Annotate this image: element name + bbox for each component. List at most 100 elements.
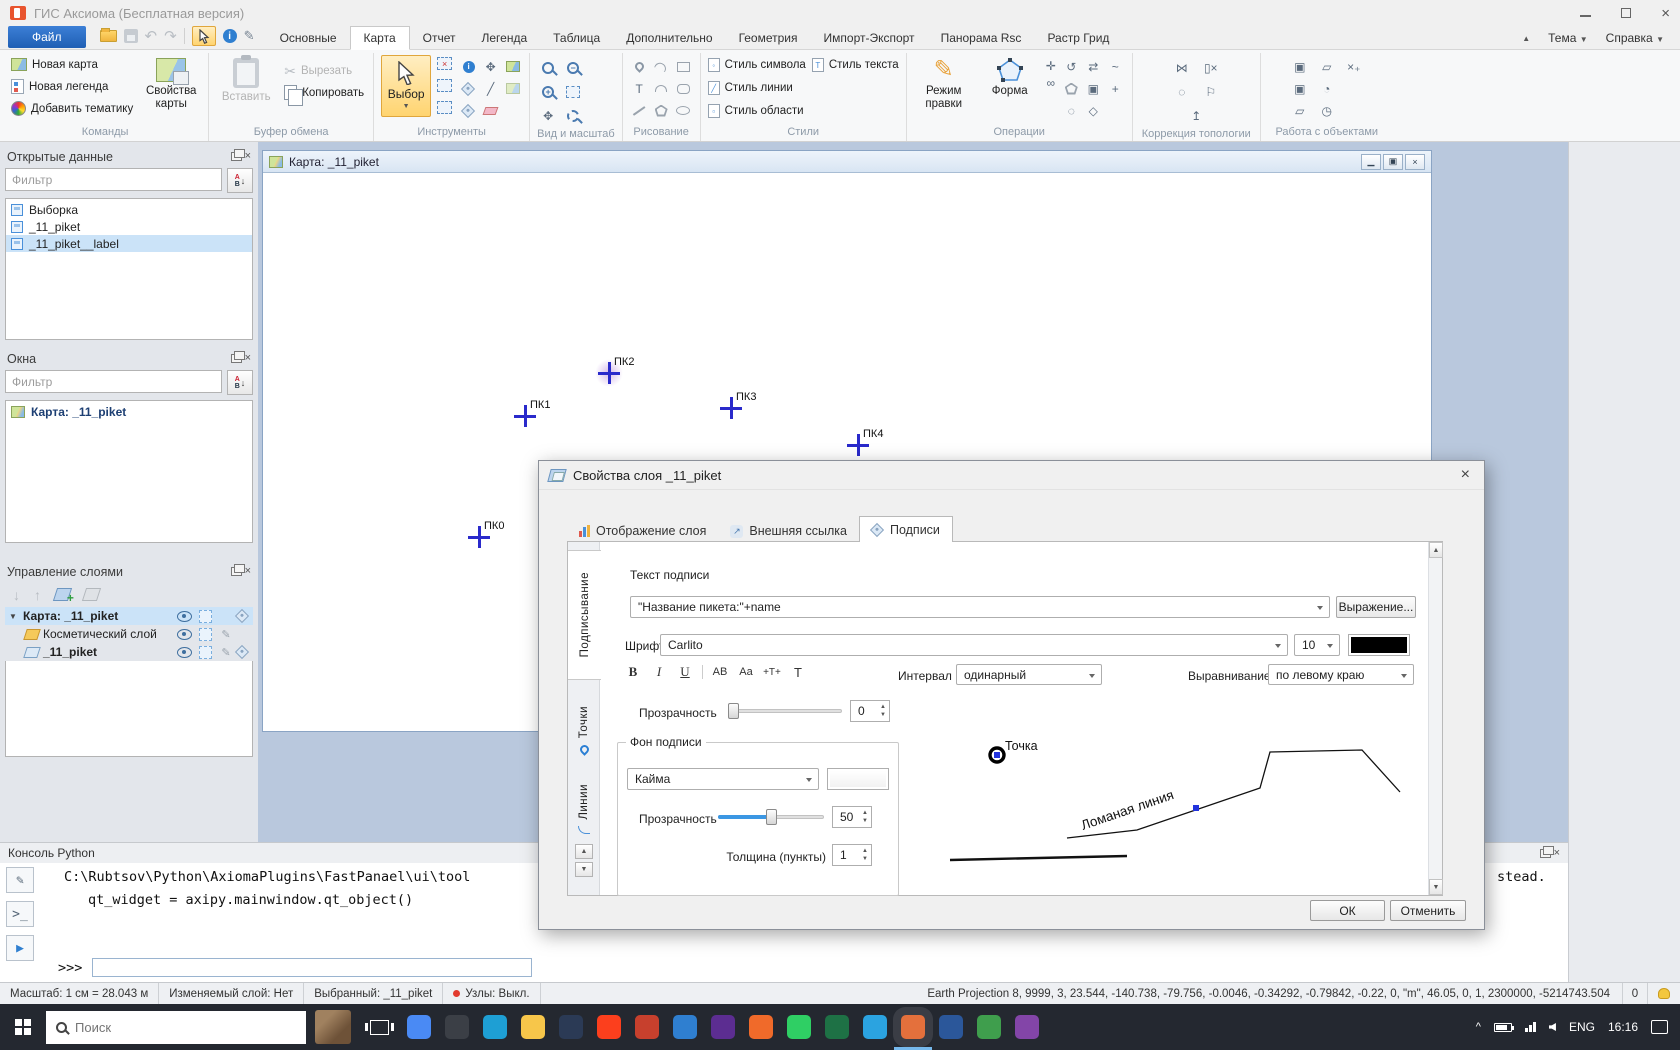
tree-row-map[interactable]: ▼ Карта: _11_piket [5,607,253,625]
object-addpoint-icon[interactable]: ×₊ [1342,57,1366,76]
save-icon[interactable] [124,29,138,43]
zoom-selection-icon[interactable] [562,105,584,126]
opacity-spinbox[interactable]: 0▲▼ [850,700,890,722]
rect-select-icon[interactable] [437,79,452,92]
tab-tablica[interactable]: Таблица [540,27,613,49]
add-node-icon[interactable]: ✛ [1046,59,1056,73]
close-panel-icon[interactable]: × [1554,848,1560,859]
close-panel-icon[interactable]: × [245,566,251,577]
taskbar-app-browser-yandex[interactable] [597,1015,621,1039]
taskbar-app-app-red[interactable] [635,1015,659,1039]
taskbar-app-app-dark[interactable] [445,1015,469,1039]
windows-filter-input[interactable] [5,370,222,393]
cancel-button[interactable]: Отменить [1390,900,1466,921]
taskbar-app-app-navy[interactable] [559,1015,583,1039]
close-panel-icon[interactable]: × [245,151,251,162]
taskbar-app-file-explorer[interactable] [521,1015,545,1039]
list-item-11-piket-label[interactable]: _11_piket__label [6,235,252,252]
float-panel-icon[interactable] [231,354,242,363]
console-input[interactable] [92,958,532,977]
editable-checkbox[interactable] [199,646,212,659]
shape-button[interactable]: Форма [980,55,1040,98]
close-icon[interactable]: × [1661,6,1670,21]
case-button[interactable]: Aa [737,666,755,678]
dialog-scrollbar[interactable]: ▲ ▼ [1428,542,1442,895]
help-menu[interactable]: Справка ▼ [1606,31,1664,45]
console-terminal-icon[interactable]: >_ [6,901,34,927]
side-tab-lines[interactable]: Линии [568,778,600,840]
merge-icon[interactable]: ◌ [1062,101,1081,120]
tab-karta[interactable]: Карта [350,26,410,50]
spacing-button[interactable]: +T+ [763,667,781,678]
dialog-titlebar[interactable]: Свойства слоя _11_piket × [539,461,1484,490]
topology-align-icon[interactable]: ↥ [1169,105,1224,126]
cut-button[interactable]: ✂Вырезать [282,61,366,80]
network-icon[interactable] [1525,1022,1536,1032]
tab-import-export[interactable]: Импорт-Экспорт [811,27,928,49]
zoom-out-icon[interactable]: − [562,57,584,78]
map-restore-icon[interactable]: ▣ [1383,154,1403,170]
edit-mode-button[interactable]: ✎ Режим правки [914,55,974,111]
redo-icon[interactable]: ↷ [164,29,177,44]
taskbar-app-app-purple[interactable] [1015,1015,1039,1039]
ok-button[interactable]: ОК [1310,900,1385,921]
border-color-swatch[interactable] [827,768,889,790]
ruler-icon[interactable]: ╱ [481,79,500,98]
zoom-in-icon[interactable]: + [537,81,559,102]
action-center-icon[interactable] [1651,1020,1668,1034]
link-nodes-icon[interactable]: ∞ [1046,76,1056,90]
scroll-down-icon[interactable]: ▼ [1429,879,1443,895]
object-copy2-icon[interactable]: ▣ [1288,79,1312,98]
pinned-image-thumbnail[interactable] [315,1010,351,1044]
start-button[interactable] [0,1004,46,1050]
draw-rect-icon[interactable] [674,57,693,76]
tab-labels[interactable]: Подписи [859,516,953,542]
border-combo[interactable]: Кайма [627,768,819,790]
tab-geometriya[interactable]: Геометрия [726,27,811,49]
editable-checkbox[interactable] [199,610,212,623]
labels-tag-icon[interactable] [235,609,249,623]
area-style-button[interactable]: ▫Стиль области [708,101,806,121]
select-tool-icon[interactable] [192,26,216,46]
map-properties-button[interactable]: Свойства карты [141,55,201,111]
label-expression-combo[interactable]: "Название пикета:"+name [630,596,1330,618]
open-icon[interactable] [100,30,117,42]
draw-text-icon[interactable]: T [630,79,649,98]
sort-az-button[interactable]: АВ↓ [227,370,253,395]
poly-edit-icon[interactable] [1062,79,1081,98]
list-item-map-window[interactable]: Карта: _11_piket [6,403,252,420]
deselect-all-icon[interactable]: × [437,57,452,70]
poly-select-icon[interactable] [437,101,452,114]
label-delete-icon[interactable] [459,101,478,120]
topology-nodes-icon[interactable]: ◌ [1169,81,1195,102]
copy-button[interactable]: Копировать [282,83,366,102]
map-minimize-icon[interactable]: ▁ [1361,154,1381,170]
editable-checkbox[interactable] [199,628,212,641]
sort-az-button[interactable]: АВ↓ [227,168,253,193]
info-tool-icon[interactable]: i [223,29,237,43]
object-split2-icon[interactable]: ▱ [1288,101,1312,120]
layer-down-icon[interactable]: ↓ [13,588,20,602]
taskbar-app-browser-chrome[interactable] [407,1015,431,1039]
expression-button[interactable]: Выражение... [1336,596,1416,618]
task-view-icon[interactable] [370,1020,389,1035]
tab-dopolnitelno[interactable]: Дополнительно [613,27,725,49]
rotate-icon[interactable]: ↺ [1062,57,1081,76]
open-data-filter-input[interactable] [5,168,222,191]
line-style-button[interactable]: ╱Стиль линии [708,78,806,98]
move-icon[interactable]: + [1106,79,1125,98]
tab-legenda[interactable]: Легенда [468,27,540,49]
visibility-eye-icon[interactable] [177,611,192,622]
dialog-close-icon[interactable]: × [1457,467,1474,483]
edit-pencil-icon[interactable]: ✎ [219,628,233,641]
visibility-eye-icon[interactable] [177,629,192,640]
interval-combo[interactable]: одинарный [956,664,1102,685]
font-color-swatch[interactable] [1348,634,1410,656]
draw-point-icon[interactable] [630,57,649,76]
draw-polygon-icon[interactable] [652,101,671,120]
taskbar-app-excel[interactable] [825,1015,849,1039]
tab-osnovnye[interactable]: Основные [267,27,350,49]
zoom-doc-icon[interactable] [537,57,559,78]
measure-tool-icon[interactable]: ✎ [244,28,255,44]
file-menu-button[interactable]: Файл [8,26,86,48]
